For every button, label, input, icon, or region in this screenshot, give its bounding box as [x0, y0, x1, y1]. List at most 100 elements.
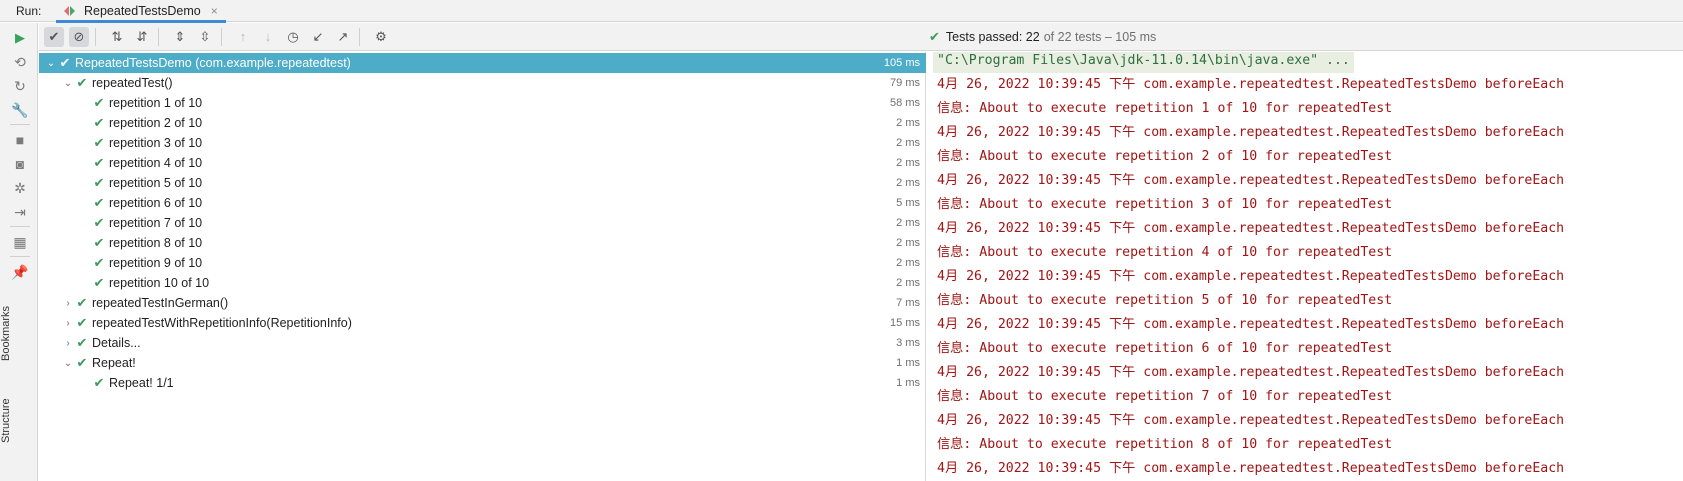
console-log-line: 4月 26, 2022 10:39:45 下午 com.example.repe…	[937, 269, 1565, 284]
test-name: repetition 9 of 10	[109, 256, 203, 270]
test-history-icon[interactable]: ◷	[283, 27, 303, 47]
test-results-tree[interactable]: ⌄ ✔ RepeatedTestsDemo (com.example.repeate…	[39, 52, 926, 481]
chevron-right-icon[interactable]: ›	[62, 318, 74, 329]
test-duration: 2 ms	[896, 277, 920, 289]
chevron-right-icon[interactable]: ›	[62, 338, 74, 349]
test-duration: 2 ms	[896, 157, 920, 169]
export-tests-icon[interactable]: ↗	[333, 27, 353, 47]
console-output[interactable]: "C:\Program Files\Java\jdk-11.0.14\bin\j…	[927, 52, 1683, 481]
test-tree-row[interactable]: ✔ Repeat! 1/1 1 ms	[39, 373, 926, 393]
layout-icon[interactable]: ▦	[12, 234, 28, 250]
pin-icon[interactable]: 📌	[11, 264, 28, 280]
test-tree-row[interactable]: ⌄ ✔ repeatedTest() 79 ms	[39, 73, 926, 93]
test-name: repetition 3 of 10	[109, 136, 203, 150]
expand-all-icon[interactable]: ⇕	[170, 27, 190, 47]
test-tree-row[interactable]: ✔ repetition 10 of 10 2 ms	[39, 273, 926, 293]
junit-config-icon	[64, 5, 78, 17]
chevron-down-icon[interactable]: ⌄	[62, 358, 74, 369]
test-name: Details...	[92, 336, 141, 350]
test-tree-row[interactable]: ✔ repetition 4 of 10 2 ms	[39, 153, 926, 173]
show-passed-icon[interactable]: ✔	[44, 26, 64, 47]
test-name: Repeat! 1/1	[109, 376, 174, 390]
rerun-icon[interactable]: ▶	[12, 30, 28, 46]
exit-icon[interactable]: ⇥	[12, 204, 28, 220]
test-passed-icon: ✔	[76, 355, 88, 370]
test-duration: 7 ms	[896, 297, 920, 309]
run-left-toolbar: ▶ ⟲ ↻ 🔧 ■ ◙ ✲ ⇥ ▦ 📌 Bookmarks Structure	[0, 23, 38, 481]
test-name: repetition 8 of 10	[109, 236, 203, 250]
test-passed-icon: ✔	[93, 375, 105, 390]
divider	[359, 27, 360, 46]
console-log-line: 4月 26, 2022 10:39:45 下午 com.example.repe…	[937, 317, 1565, 332]
test-tree-row[interactable]: ⌄ ✔ RepeatedTestsDemo (com.example.repeate…	[39, 53, 926, 73]
toggle-auto-test-icon[interactable]: ↻	[12, 78, 28, 94]
stop-icon[interactable]: ■	[12, 132, 28, 148]
test-name: repetition 5 of 10	[109, 176, 203, 190]
test-passed-icon: ✔	[93, 195, 105, 210]
test-duration: 2 ms	[896, 117, 920, 129]
show-ignored-icon[interactable]: ⊘	[69, 26, 89, 47]
close-tab-icon[interactable]: ×	[211, 4, 218, 18]
divider	[221, 27, 222, 46]
test-status: ✔ Tests passed: 22 of 22 tests – 105 ms	[929, 23, 1156, 51]
test-name: repeatedTestWithRepetitionInfo(Repetitio…	[92, 316, 352, 330]
divider	[10, 226, 30, 227]
test-duration: 58 ms	[890, 97, 920, 109]
console-log-line: 信息: About to execute repetition 8 of 10 …	[937, 437, 1393, 452]
console-log-line: 4月 26, 2022 10:39:45 下午 com.example.repe…	[937, 221, 1565, 236]
test-name: repetition 10 of 10	[109, 276, 210, 290]
test-tree-row[interactable]: ✔ repetition 3 of 10 2 ms	[39, 133, 926, 153]
sort-alphabetically-icon[interactable]: ⇅	[107, 27, 127, 47]
test-tree-row[interactable]: › ✔ repeatedTestInGerman() 7 ms	[39, 293, 926, 313]
camera-icon[interactable]: ◙	[12, 156, 28, 172]
test-tree-row[interactable]: › ✔ repeatedTestWithRepetitionInfo(Repetit…	[39, 313, 926, 333]
test-tree-row[interactable]: ⌄ ✔ Repeat! 1 ms	[39, 353, 926, 373]
chevron-down-icon[interactable]: ⌄	[45, 58, 57, 69]
test-tree-row[interactable]: ✔ repetition 2 of 10 2 ms	[39, 113, 926, 133]
previous-failed-icon[interactable]: ↑	[233, 27, 253, 47]
tests-total-duration: of 22 tests – 105 ms	[1043, 30, 1157, 44]
import-tests-icon[interactable]: ↙	[308, 27, 328, 47]
run-label: Run:	[16, 3, 42, 18]
test-passed-icon: ✔	[93, 235, 105, 250]
test-tree-row[interactable]: › ✔ Details... 3 ms	[39, 333, 926, 353]
test-tree-row[interactable]: ✔ repetition 6 of 10 5 ms	[39, 193, 926, 213]
test-tree-row[interactable]: ✔ repetition 5 of 10 2 ms	[39, 173, 926, 193]
test-name: repetition 1 of 10	[109, 96, 203, 110]
test-duration: 2 ms	[896, 177, 920, 189]
sort-by-duration-icon[interactable]: ⇵	[132, 27, 152, 47]
console-log-line: 信息: About to execute repetition 6 of 10 …	[937, 341, 1393, 356]
passed-check-icon: ✔	[929, 29, 940, 44]
console-log-line: 信息: About to execute repetition 7 of 10 …	[937, 389, 1393, 404]
test-passed-icon: ✔	[76, 315, 88, 330]
wrench-icon[interactable]: 🔧	[11, 102, 28, 118]
console-log-line: 信息: About to execute repetition 1 of 10 …	[937, 101, 1393, 116]
test-tree-row[interactable]: ✔ repetition 1 of 10 58 ms	[39, 93, 926, 113]
console-log-line: 信息: About to execute repetition 4 of 10 …	[937, 245, 1393, 260]
debug-icon[interactable]: ✲	[12, 180, 28, 196]
test-name: repetition 7 of 10	[109, 216, 203, 230]
collapse-all-icon[interactable]: ⇳	[195, 27, 215, 47]
test-passed-icon: ✔	[93, 135, 105, 150]
run-config-tab[interactable]: RepeatedTestsDemo ×	[56, 0, 226, 23]
test-tree-row[interactable]: ✔ repetition 8 of 10 2 ms	[39, 233, 926, 253]
test-passed-icon: ✔	[93, 155, 105, 170]
test-passed-icon: ✔	[76, 75, 88, 90]
settings-gear-icon[interactable]: ⚙	[371, 27, 391, 47]
structure-side-tab[interactable]: Structure	[0, 373, 14, 443]
console-log-line: 信息: About to execute repetition 3 of 10 …	[937, 197, 1393, 212]
console-log-line: 4月 26, 2022 10:39:45 下午 com.example.repe…	[937, 77, 1565, 92]
rerun-failed-icon[interactable]: ⟲	[12, 54, 28, 70]
run-tool-window-header: Run: RepeatedTestsDemo ×	[0, 0, 1683, 23]
chevron-right-icon[interactable]: ›	[62, 298, 74, 309]
chevron-down-icon[interactable]: ⌄	[62, 78, 74, 89]
test-tree-row[interactable]: ✔ repetition 7 of 10 2 ms	[39, 213, 926, 233]
test-duration: 1 ms	[896, 377, 920, 389]
test-passed-icon: ✔	[93, 175, 105, 190]
divider	[10, 256, 30, 257]
test-passed-icon: ✔	[93, 215, 105, 230]
test-tree-row[interactable]: ✔ repetition 9 of 10 2 ms	[39, 253, 926, 273]
bookmarks-side-tab[interactable]: Bookmarks	[0, 291, 14, 361]
test-passed-icon: ✔	[59, 55, 71, 70]
next-failed-icon[interactable]: ↓	[258, 27, 278, 47]
